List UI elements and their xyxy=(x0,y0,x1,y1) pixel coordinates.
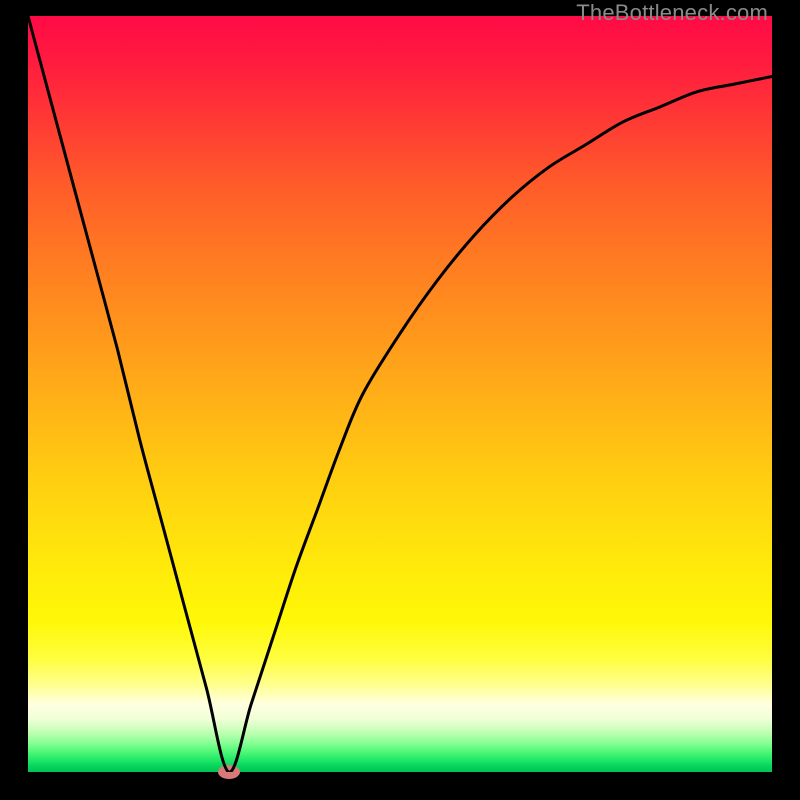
watermark-text: TheBottleneck.com xyxy=(576,0,768,26)
plot-area xyxy=(28,16,772,772)
bottleneck-curve xyxy=(28,16,772,772)
chart-frame: TheBottleneck.com xyxy=(0,0,800,800)
curve-svg xyxy=(28,16,772,772)
